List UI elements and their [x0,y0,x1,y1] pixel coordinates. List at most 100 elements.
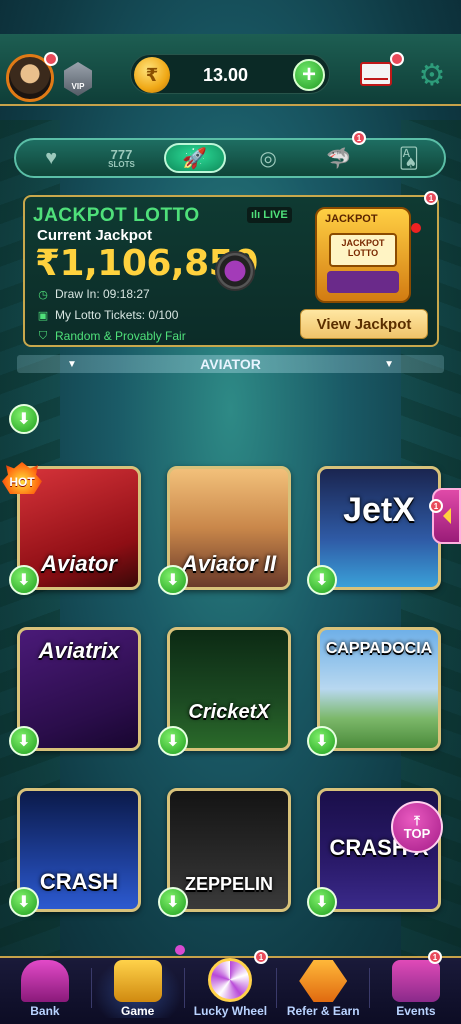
nav-label: Game [121,1004,155,1018]
bank-icon [20,960,69,1002]
slots-icon: 777 SLOTS [108,148,135,169]
nav-lucky-wheel[interactable]: Lucky Wheel [186,956,274,1018]
balance-value: 13.00 [203,65,249,85]
view-jackpot-button[interactable]: View Jackpot [300,309,428,339]
balance-bar: ₹ 13.00 + [130,54,330,94]
live-label: LIVE [263,209,288,221]
nav-divider [369,968,371,1008]
side-tab-notification-dot: 1 [429,499,443,513]
events-notification-dot: 1 [428,950,442,964]
download-button[interactable]: ⬇ [9,565,39,595]
roulette-icon: ◎ [259,147,277,170]
nav-refer-earn[interactable]: Refer & Earn [279,956,367,1018]
chevron-down-icon: ▼ [384,358,394,370]
fair-row: ⛉ Random & Provably Fair [37,329,186,343]
mail-icon[interactable] [360,62,392,86]
vip-badge[interactable]: VIP [64,62,92,96]
game-name: ZEPPELIN [184,874,273,894]
machine-screen-bottom: LOTTO [347,247,379,258]
ticket-icon: ▣ [37,309,49,322]
nav-divider [276,968,278,1008]
game-name: CAPPADOCIA [325,640,433,657]
gift-icon [391,960,440,1002]
live-badge: ılı LIVE [247,207,292,223]
nav-game[interactable]: Game [93,956,182,1018]
tab-favorites[interactable]: ♥ [23,143,79,173]
share-icon [299,960,348,1002]
bottom-nav: Bank Game Lucky Wheel Refer & Earn Event… [0,956,461,1024]
add-funds-button[interactable]: + [293,59,325,91]
tab-cards[interactable]: 🂡 [381,143,437,173]
tab-live[interactable]: ◎ [240,143,296,173]
scroll-to-top-button[interactable]: ⤒ TOP [391,801,443,853]
machine-head: JACKPOT [325,213,378,225]
game-name: Aviator II [181,551,277,576]
cards-icon: 🂡 [398,147,420,170]
tabs-notification-dot: 1 [352,131,366,145]
clock-icon: ◷ [38,288,48,301]
game-name: CricketX [188,701,270,723]
nav-divider [90,968,92,1008]
rocket-icon: 🚀 [182,147,208,170]
draw-in-text: Draw In: 09:18:27 [55,287,150,301]
coin-symbol: ₹ [145,64,159,85]
download-button[interactable]: ⬇ [158,565,188,595]
shield-icon: ⛉ [38,329,48,342]
download-button[interactable]: ⬇ [9,726,39,756]
top-bar: VIP ₹ 13.00 + ⚙ [0,34,461,106]
nav-divider [183,968,185,1008]
machine-screen: JACKPOT LOTTO [329,233,397,267]
vip-label: VIP [71,82,85,91]
section-header[interactable]: ▼ AVIATOR ▼ [17,355,444,373]
side-drawer-tab[interactable] [432,488,461,544]
game-tile-cappadocia[interactable]: CAPPADOCIA [317,627,441,751]
nav-events[interactable]: Events [372,956,460,1018]
jackpot-notification-dot: 1 [424,191,438,205]
tab-fishing[interactable]: 🦈 [310,143,366,173]
fair-text: Random & Provably Fair [55,329,186,343]
draw-in-row: ◷ Draw In: 09:18:27 [37,287,150,301]
tickets-text: My Lotto Tickets: 0/100 [55,308,179,322]
download-button[interactable]: ⬇ [307,726,337,756]
download-button[interactable]: ⬇ [9,887,39,917]
game-name: JetX [343,491,415,529]
current-jackpot-label: Current Jackpot [37,227,153,244]
nav-bank[interactable]: Bank [1,956,89,1018]
nav-label: Lucky Wheel [193,1004,268,1018]
slots-label: SLOTS [108,159,135,169]
tickets-row: ▣ My Lotto Tickets: 0/100 [37,308,179,322]
coin-icon: ₹ [134,57,170,93]
heart-icon: ♥ [45,146,58,169]
plus-icon: + [301,61,316,88]
game-name: Aviatrix [38,638,120,663]
signal-icon: ılı [251,209,264,221]
wheel-icon [208,958,253,1002]
nav-label: Refer & Earn [286,1004,360,1018]
tab-crash[interactable]: 🚀 [163,143,226,173]
download-button[interactable]: ⬇ [307,565,337,595]
jackpot-spinner-icon [215,251,255,291]
lucky-wheel-notification-dot: 1 [254,950,268,964]
game-name: CRASH [39,869,119,894]
game-tile-jetx[interactable]: JetX [317,466,441,590]
shark-icon: 🦈 [326,147,351,170]
hot-label: HOT [9,475,35,489]
chevron-down-icon: ▼ [67,358,77,370]
game-indicator-dot [175,945,185,955]
download-button[interactable]: ⬇ [307,887,337,917]
section-title: AVIATOR [200,356,261,372]
nav-label: Events [396,1004,436,1018]
download-button[interactable]: ⬇ [158,887,188,917]
hot-badge: HOT [2,462,42,494]
machine-screen-top: JACKPOT [341,238,385,248]
machine-lever [411,223,421,233]
jackpot-panel[interactable]: JACKPOT LOTTO ılı LIVE Current Jackpot ₹… [23,195,439,347]
jackpot-title: JACKPOT LOTTO [33,205,200,226]
download-button[interactable]: ⬇ [158,726,188,756]
tab-slots[interactable]: 777 SLOTS [93,143,149,173]
gear-icon[interactable]: ⚙ [416,60,448,92]
top-label: TOP [403,826,431,841]
download-all-button[interactable]: ⬇ [9,404,39,434]
slot-machine-icon [113,960,162,1002]
jackpot-machine-image: JACKPOT JACKPOT LOTTO [315,207,421,303]
